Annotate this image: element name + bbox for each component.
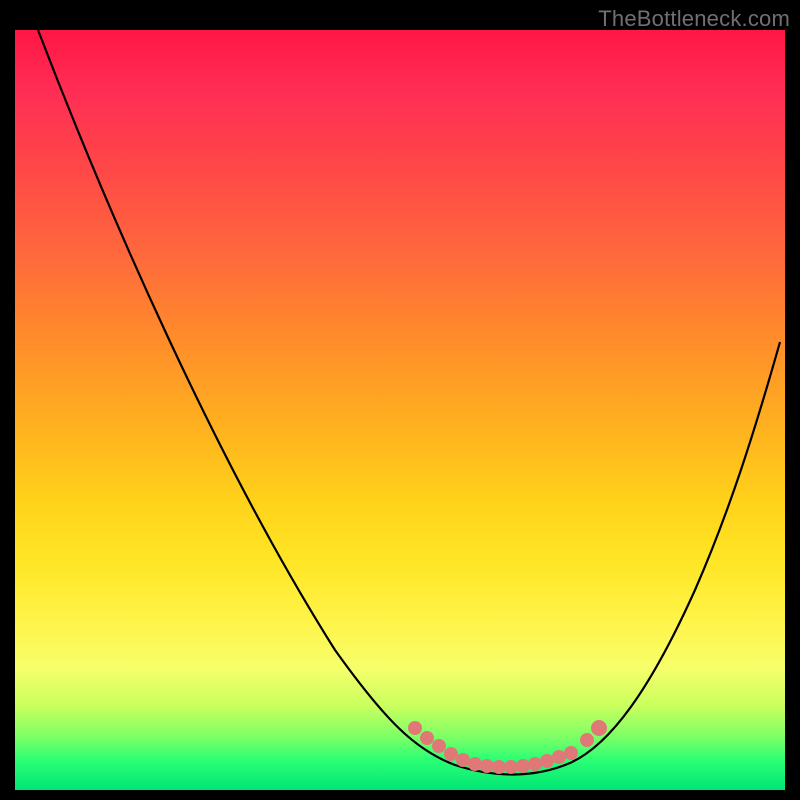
optimal-band-markers xyxy=(408,720,607,774)
bottleneck-curve xyxy=(38,30,780,775)
watermark-text: TheBottleneck.com xyxy=(598,6,790,32)
curve-overlay xyxy=(15,30,785,790)
chart-frame: TheBottleneck.com xyxy=(0,0,800,800)
